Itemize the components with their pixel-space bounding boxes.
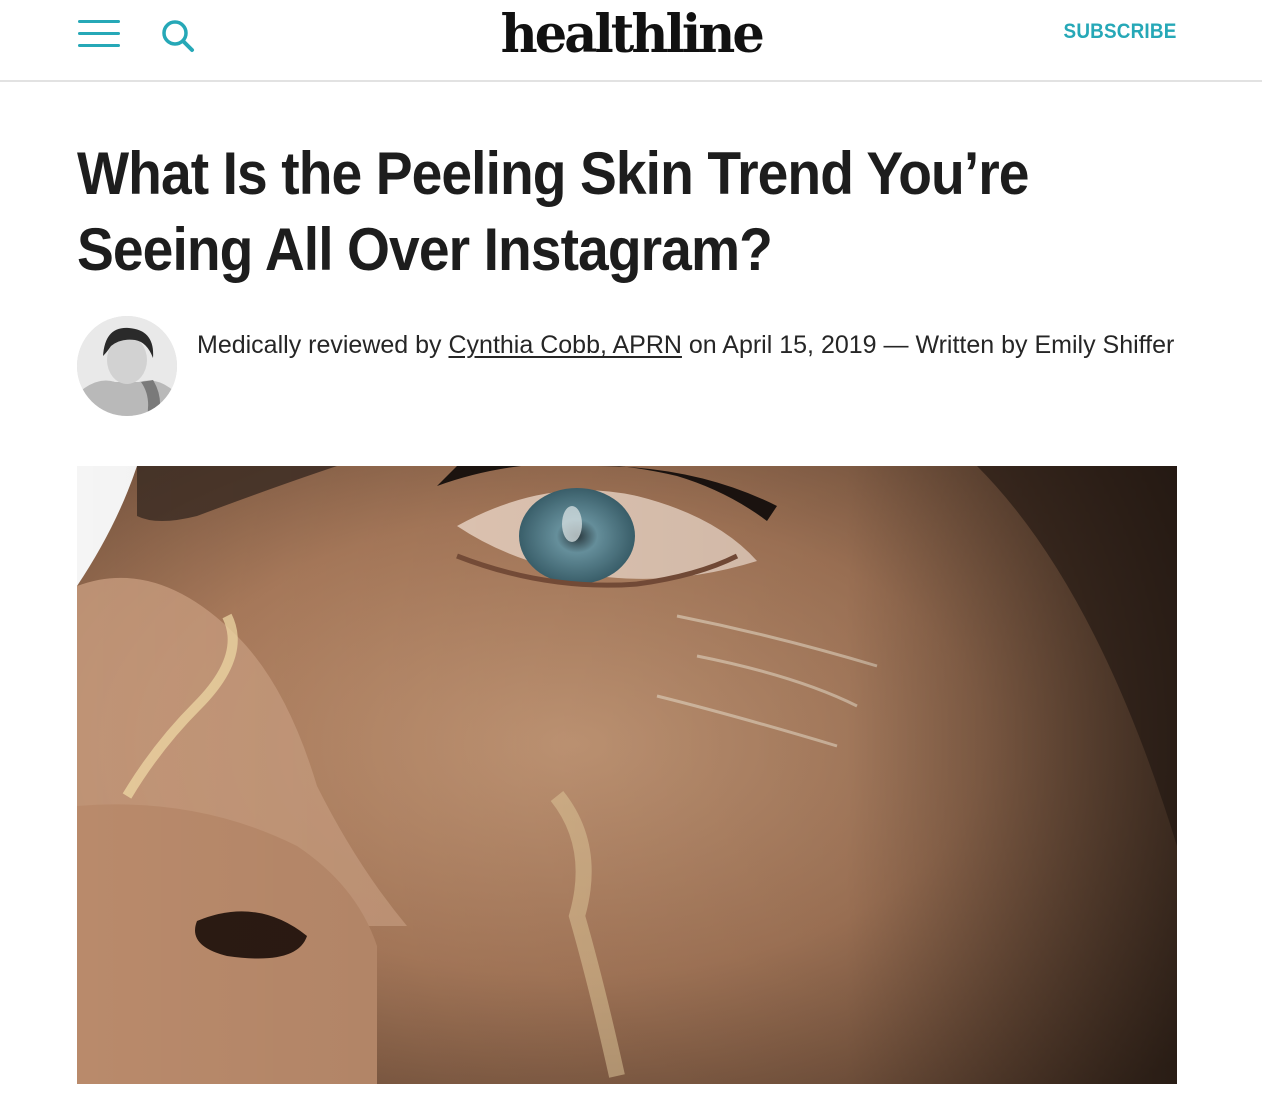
byline-date-author: on April 15, 2019 — Written by Emily Shi…	[688, 331, 1175, 359]
article-byline: Medically reviewed by Cynthia Cobb, APRN…	[197, 325, 1187, 365]
subscribe-button[interactable]: SUBSCRIBE	[1063, 20, 1176, 44]
reviewer-link[interactable]: Cynthia Cobb, APRN	[449, 331, 682, 359]
byline-prefix: Medically reviewed by	[197, 331, 442, 359]
site-header: healthline SUBSCRIBE	[0, 0, 1262, 82]
hero-image	[77, 466, 1177, 1084]
reviewer-avatar	[77, 316, 177, 416]
article-title: What Is the Peeling Skin Trend You’re Se…	[77, 140, 1030, 283]
